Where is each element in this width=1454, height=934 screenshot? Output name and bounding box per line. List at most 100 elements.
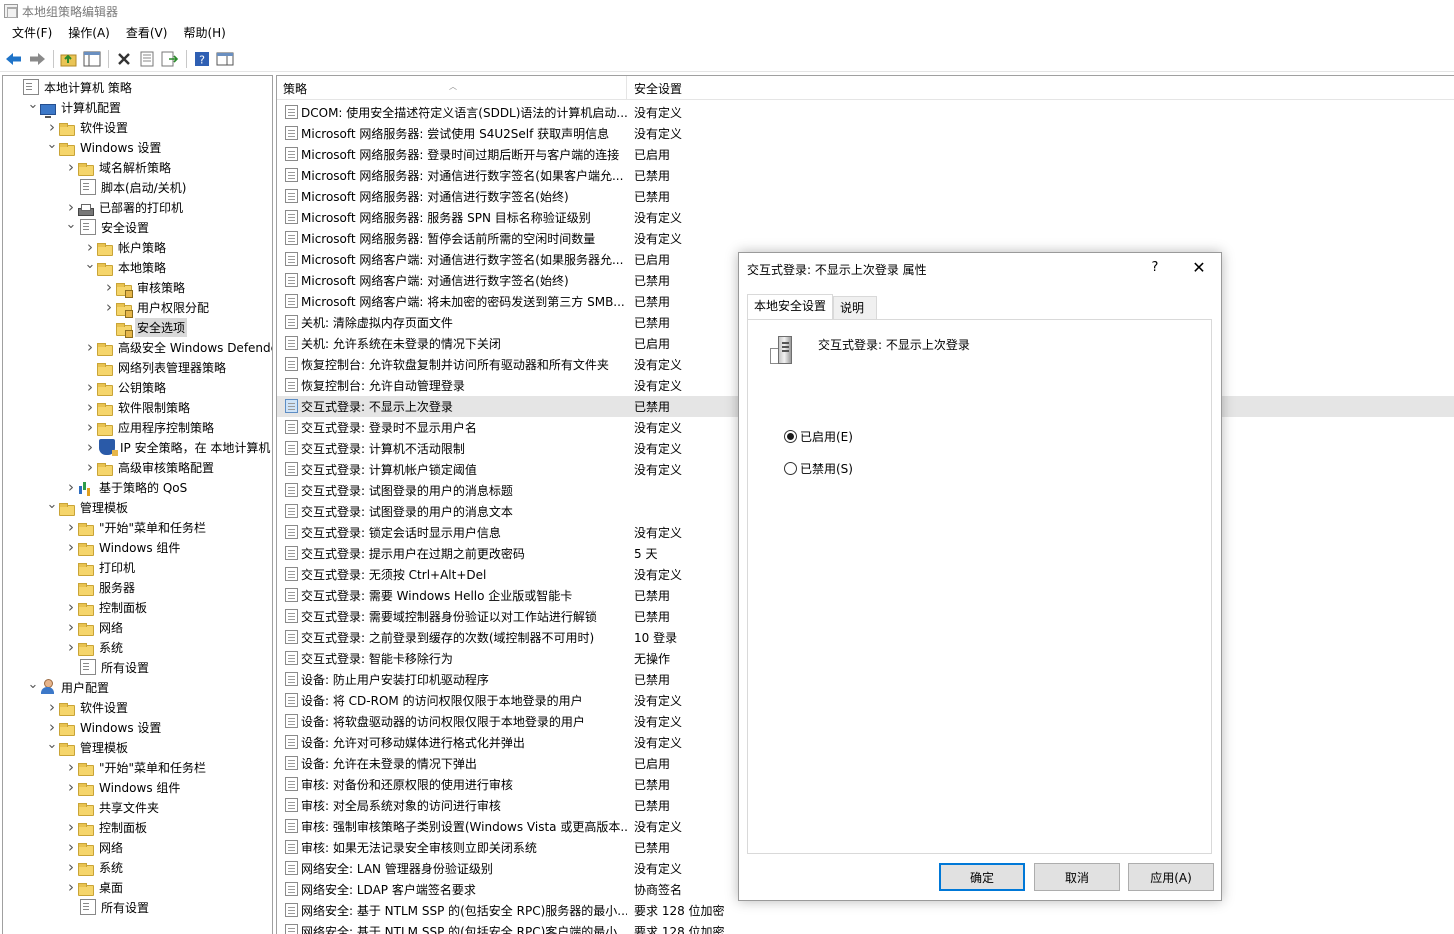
tree-item[interactable]: › 审核策略 [102, 277, 187, 298]
export-list-icon[interactable] [159, 48, 181, 70]
tree-item[interactable]: ⌄ 用户配置 [26, 677, 111, 697]
chevron-right-icon[interactable]: › [83, 337, 97, 357]
chevron-right-icon[interactable]: › [64, 517, 78, 537]
table-row[interactable]: DCOM: 使用安全描述符定义语言(SDDL)语法的计算机启动... 没有定义 [277, 102, 1454, 123]
chevron-right-icon[interactable]: › [83, 397, 97, 417]
tree-item[interactable]: › 系统 [64, 637, 125, 657]
cancel-button[interactable]: 取消 [1034, 863, 1120, 891]
tree-item[interactable]: 打印机 [64, 557, 137, 577]
tree-item[interactable]: › 系统 [64, 857, 125, 877]
tree-item[interactable]: ⌄ 管理模板 [45, 497, 130, 517]
table-row[interactable]: Microsoft 网络服务器: 对通信进行数字签名(如果客户端允... 已禁用 [277, 165, 1454, 186]
chevron-down-icon[interactable]: ⌄ [45, 134, 59, 154]
column-header-security-setting[interactable]: 安全设置 [628, 76, 728, 100]
column-header-policy[interactable]: ︿ 策略 [277, 76, 627, 100]
tree-item[interactable]: › Windows 组件 [64, 537, 182, 557]
chevron-right-icon[interactable]: › [102, 277, 116, 297]
chevron-down-icon[interactable]: ⌄ [83, 254, 97, 274]
tree-item[interactable]: › "开始"菜单和任务栏 [64, 517, 208, 537]
tree-item[interactable]: › 域名解析策略 [64, 157, 173, 177]
chevron-right-icon[interactable]: › [64, 777, 78, 797]
chevron-right-icon[interactable]: › [64, 157, 78, 177]
chevron-right-icon[interactable]: › [64, 877, 78, 897]
menu-file[interactable]: 文件(F) [4, 22, 60, 44]
tree-item[interactable]: 所有设置 [64, 657, 151, 677]
table-row[interactable]: 网络安全: 基于 NTLM SSP 的(包括安全 RPC)服务器的最小... 要求… [277, 900, 1454, 921]
tree-item[interactable]: › 控制面板 [64, 817, 149, 837]
properties-icon[interactable] [136, 48, 158, 70]
radio-disabled[interactable]: 已禁用(S) [784, 460, 853, 477]
chevron-down-icon[interactable]: ⌄ [26, 94, 40, 114]
chevron-down-icon[interactable]: ⌄ [45, 734, 59, 754]
table-row[interactable]: Microsoft 网络服务器: 暂停会话前所需的空闲时间数量 没有定义 [277, 228, 1454, 249]
chevron-right-icon[interactable]: › [64, 637, 78, 657]
help-icon[interactable]: ? [191, 48, 213, 70]
table-row[interactable]: Microsoft 网络服务器: 对通信进行数字签名(始终) 已禁用 [277, 186, 1454, 207]
tree-item[interactable]: ⌄ 管理模板 [45, 737, 130, 757]
apply-button[interactable]: 应用(A) [1128, 863, 1214, 891]
tree-item[interactable]: › 高级安全 Windows Defender 防火墙 [83, 337, 272, 357]
tree-item[interactable]: › 应用程序控制策略 [83, 417, 216, 437]
tree-item[interactable]: › 网络 [64, 837, 125, 857]
radio-disabled-circle[interactable] [784, 462, 797, 475]
tree-item[interactable]: ⌄ 本地策略 [83, 257, 168, 277]
chevron-right-icon[interactable]: › [102, 297, 116, 317]
tree-item[interactable]: › 用户权限分配 [102, 297, 211, 318]
help-button[interactable]: ? [1143, 257, 1167, 279]
chevron-right-icon[interactable]: › [64, 537, 78, 557]
menu-help[interactable]: 帮助(H) [175, 22, 233, 44]
chevron-right-icon[interactable]: › [64, 477, 78, 497]
tree-item[interactable]: › 控制面板 [64, 597, 149, 617]
chevron-down-icon[interactable]: ⌄ [45, 494, 59, 514]
chevron-right-icon[interactable]: › [45, 697, 59, 717]
tree-item[interactable]: 网络列表管理器策略 [83, 357, 228, 377]
radio-enabled[interactable]: 已启用(E) [784, 428, 853, 445]
tab-local-security-setting[interactable]: 本地安全设置 [747, 294, 833, 319]
chevron-right-icon[interactable]: › [64, 757, 78, 777]
close-button[interactable]: ✕ [1187, 257, 1211, 279]
chevron-right-icon[interactable]: › [64, 597, 78, 617]
tree-item[interactable]: › "开始"菜单和任务栏 [64, 757, 208, 777]
tree-item[interactable]: 共享文件夹 [64, 797, 161, 817]
tree-item[interactable]: 所有设置 [64, 897, 151, 917]
chevron-right-icon[interactable]: › [83, 417, 97, 437]
chevron-right-icon[interactable]: › [64, 857, 78, 877]
tree-item[interactable]: › Windows 组件 [64, 777, 182, 797]
menu-view[interactable]: 查看(V) [118, 22, 176, 44]
tree-item[interactable]: ⌄ 安全设置 [64, 217, 151, 237]
menu-action[interactable]: 操作(A) [60, 22, 118, 44]
chevron-right-icon[interactable]: › [64, 617, 78, 637]
chevron-right-icon[interactable]: › [83, 457, 97, 477]
tab-explain[interactable]: 说明 [833, 296, 877, 319]
tree-item[interactable]: 服务器 [64, 577, 137, 597]
table-row[interactable]: Microsoft 网络服务器: 登录时间过期后断开与客户端的连接 已启用 [277, 144, 1454, 165]
tree-item[interactable]: ⌄ 计算机配置 [26, 94, 123, 118]
chevron-right-icon[interactable]: › [64, 817, 78, 837]
table-row[interactable]: 网络安全: 基于 NTLM SSP 的(包括安全 RPC)客户端的最小... 要求… [277, 921, 1454, 934]
tree-item[interactable]: › 软件设置 [45, 697, 130, 717]
forward-icon[interactable] [26, 48, 48, 70]
up-folder-icon[interactable] [58, 48, 80, 70]
chevron-down-icon[interactable]: ⌄ [26, 674, 40, 694]
show-hide-tree-icon[interactable] [81, 48, 103, 70]
tree-item[interactable]: 脚本(启动/关机) [64, 177, 188, 197]
tree-item[interactable]: › Windows 设置 [45, 717, 163, 737]
console-tree[interactable]: 本地计算机 策略 ⌄ 计算机配置 › 软件设置 ⌄ Windows 设置 › 域名解析策略 脚本(… [2, 75, 273, 934]
tree-item[interactable]: › 公钥策略 [83, 377, 168, 397]
chevron-down-icon[interactable]: ⌄ [64, 214, 78, 234]
delete-icon[interactable] [113, 48, 135, 70]
tree-item[interactable]: › 已部署的打印机 [64, 197, 185, 217]
tree-item[interactable]: › IP 安全策略，在 本地计算机 [83, 437, 272, 457]
chevron-right-icon[interactable]: › [83, 437, 97, 457]
console-view-icon[interactable] [214, 48, 236, 70]
chevron-right-icon[interactable]: › [83, 377, 97, 397]
tree-item[interactable]: 安全选项 [102, 317, 188, 338]
tree-item[interactable]: › 网络 [64, 617, 125, 637]
ok-button[interactable]: 确定 [939, 863, 1025, 891]
table-row[interactable]: Microsoft 网络服务器: 服务器 SPN 目标名称验证级别 没有定义 [277, 207, 1454, 228]
tree-item[interactable]: ⌄ Windows 设置 [45, 137, 163, 157]
tree-item[interactable]: › 软件限制策略 [83, 397, 192, 417]
table-row[interactable]: Microsoft 网络服务器: 尝试使用 S4U2Self 获取声明信息 没有定… [277, 123, 1454, 144]
back-icon[interactable] [3, 48, 25, 70]
chevron-right-icon[interactable]: › [64, 837, 78, 857]
